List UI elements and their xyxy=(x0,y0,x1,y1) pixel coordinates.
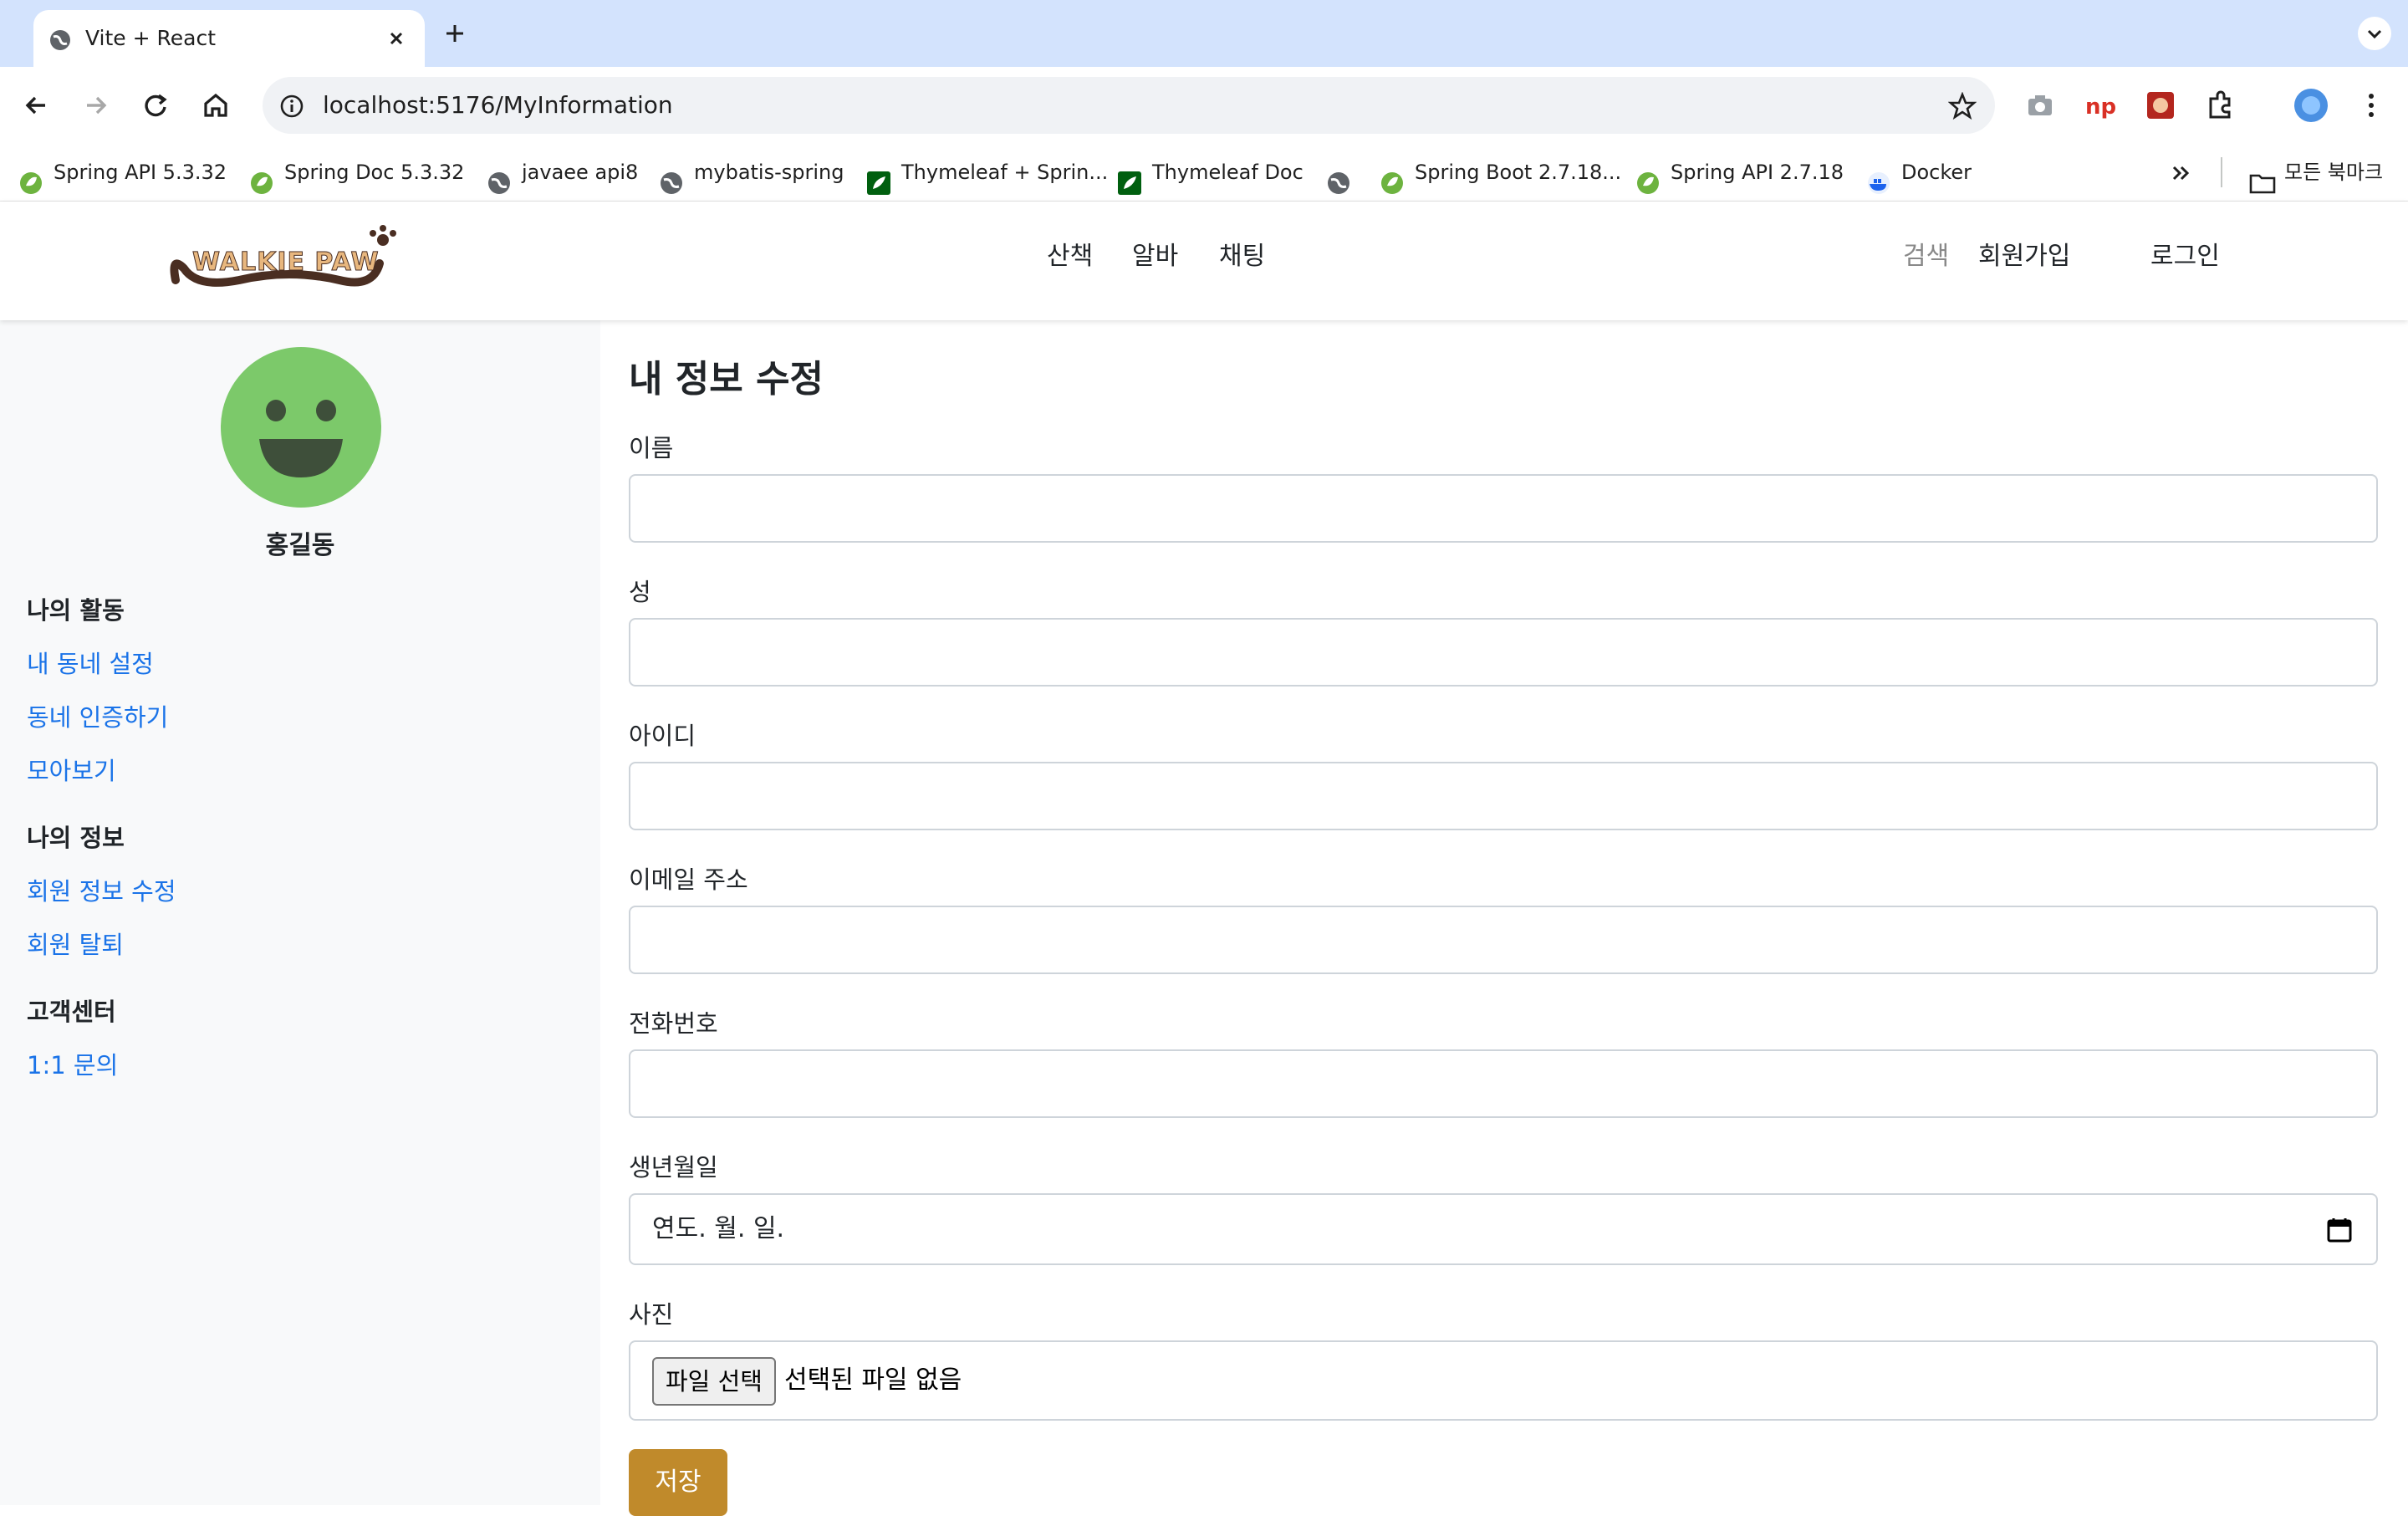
email-input[interactable] xyxy=(629,906,2378,974)
nav-chat[interactable]: 채팅 xyxy=(1219,235,1265,272)
extensions-puzzle-icon[interactable] xyxy=(2202,87,2239,124)
forward-icon[interactable] xyxy=(77,87,114,124)
bookmark-item[interactable]: Spring API 2.7.18 xyxy=(1635,144,1844,201)
section-my-activity: 나의 활동 xyxy=(27,596,125,625)
choose-file-button[interactable]: 파일 선택 xyxy=(652,1357,776,1406)
globe-icon xyxy=(659,161,684,194)
bookmark-item[interactable]: mybatis-spring xyxy=(659,144,844,201)
nav-search[interactable]: 검색 xyxy=(1903,235,1949,272)
thymeleaf-icon xyxy=(866,161,891,195)
app-header: WALKIE PAW 산책 알바 채팅 검색 회원가입 로그인 xyxy=(0,202,2408,320)
camera-extension-icon[interactable] xyxy=(2022,87,2059,124)
red-extension-icon[interactable] xyxy=(2142,87,2179,124)
profile-avatar-icon[interactable] xyxy=(2293,87,2329,124)
link-withdraw[interactable]: 회원 탈퇴 xyxy=(27,926,124,961)
username-input[interactable] xyxy=(629,762,2378,830)
url-text[interactable]: localhost:5176/MyInformation xyxy=(323,77,673,134)
link-edit-member-info[interactable]: 회원 정보 수정 xyxy=(27,872,176,907)
link-inquiry[interactable]: 1:1 문의 xyxy=(27,1046,118,1081)
bookmark-item[interactable]: Docker xyxy=(1866,144,1972,201)
bookmark-item[interactable]: javaee api8 xyxy=(487,144,638,201)
bookmarks-divider xyxy=(2221,157,2222,187)
bookmarks-bar: Spring API 5.3.32 Spring Doc 5.3.32 java… xyxy=(0,144,2408,202)
photo-label: 사진 xyxy=(629,1300,674,1329)
spring-icon xyxy=(1380,161,1405,194)
avatar xyxy=(221,347,381,508)
globe-icon xyxy=(1326,161,1351,194)
first-name-input[interactable] xyxy=(629,474,2378,543)
browser-menu-icon[interactable] xyxy=(2353,87,2390,124)
first-name-label: 이름 xyxy=(629,434,674,462)
spring-icon xyxy=(18,161,43,194)
globe-icon xyxy=(487,161,512,194)
folder-icon xyxy=(2249,161,2276,194)
docker-icon xyxy=(1866,161,1891,194)
bookmark-item[interactable]: Spring Doc 5.3.32 xyxy=(249,144,464,201)
last-name-label: 성 xyxy=(629,578,651,606)
phone-label: 전화번호 xyxy=(629,1009,718,1038)
photo-file-input[interactable]: 파일 선택 선택된 파일 없음 xyxy=(629,1340,2378,1421)
browser-toolbar: localhost:5176/MyInformation np xyxy=(0,67,2408,144)
thymeleaf-icon xyxy=(1117,161,1142,195)
calendar-icon[interactable] xyxy=(2326,1217,2353,1247)
sidebar: 홍길동 나의 활동 내 동네 설정 동네 인증하기 모아보기 나의 정보 회원 … xyxy=(0,320,600,1505)
site-info-icon[interactable] xyxy=(279,94,304,122)
reload-icon[interactable] xyxy=(137,87,174,124)
last-name-input[interactable] xyxy=(629,618,2378,687)
svg-text:WALKIE PAW: WALKIE PAW xyxy=(192,248,380,277)
nav-walk[interactable]: 산책 xyxy=(1047,235,1093,272)
nav-parttime[interactable]: 알바 xyxy=(1132,235,1178,272)
birthdate-label: 생년월일 xyxy=(629,1153,718,1182)
link-set-neighborhood[interactable]: 내 동네 설정 xyxy=(27,645,154,680)
link-verify-neighborhood[interactable]: 동네 인증하기 xyxy=(27,698,168,733)
browser-tab-bar: Vite + React xyxy=(0,0,2408,67)
back-icon[interactable] xyxy=(18,87,55,124)
phone-input[interactable] xyxy=(629,1049,2378,1118)
page-title: 내 정보 수정 xyxy=(629,358,824,401)
birthdate-input[interactable]: 연도. 월. 일. xyxy=(629,1193,2378,1265)
svg-text:np: np xyxy=(2085,94,2116,120)
bookmark-star-icon[interactable] xyxy=(1947,91,1977,124)
bookmark-item[interactable]: Thymeleaf Doc xyxy=(1117,144,1303,201)
spring-icon xyxy=(1635,161,1661,194)
section-customer-center: 고객센터 xyxy=(27,998,116,1026)
username: 홍길동 xyxy=(265,531,335,560)
walkie-paw-logo[interactable]: WALKIE PAW xyxy=(164,222,403,302)
nav-login[interactable]: 로그인 xyxy=(2150,235,2220,272)
link-collection[interactable]: 모아보기 xyxy=(27,752,116,787)
tab-title: Vite + React xyxy=(85,26,217,50)
bookmark-item[interactable] xyxy=(1326,144,1361,201)
section-my-info: 나의 정보 xyxy=(27,824,125,852)
np-extension-icon[interactable]: np xyxy=(2082,87,2119,124)
globe-icon xyxy=(48,28,72,55)
bookmark-item[interactable]: Thymeleaf + Sprin... xyxy=(866,144,1108,201)
birthdate-placeholder: 연도. 월. 일. xyxy=(652,1214,785,1243)
spring-icon xyxy=(249,161,274,194)
all-bookmarks-folder[interactable]: 모든 북마크 xyxy=(2249,144,2383,201)
new-tab-icon[interactable] xyxy=(438,17,472,50)
home-icon[interactable] xyxy=(197,87,234,124)
tab-search-menu-icon[interactable] xyxy=(2358,17,2391,50)
close-tab-icon[interactable] xyxy=(385,27,408,50)
bookmark-item[interactable]: Spring API 5.3.32 xyxy=(18,144,227,201)
address-bar[interactable]: localhost:5176/MyInformation xyxy=(263,77,1995,134)
nav-signup[interactable]: 회원가입 xyxy=(1978,235,2070,272)
edit-info-form: 내 정보 수정 이름 성 아이디 이메일 주소 전화번호 생년월일 연도. 월.… xyxy=(600,320,2408,1516)
file-status: 선택된 파일 없음 xyxy=(784,1365,962,1395)
email-label: 이메일 주소 xyxy=(629,865,748,894)
save-button[interactable]: 저장 xyxy=(629,1449,727,1516)
more-bookmarks-icon[interactable] xyxy=(2169,144,2194,201)
bookmark-item[interactable]: Spring Boot 2.7.18... xyxy=(1380,144,1621,201)
username-label: 아이디 xyxy=(629,722,696,750)
browser-tab[interactable]: Vite + React xyxy=(33,10,425,67)
